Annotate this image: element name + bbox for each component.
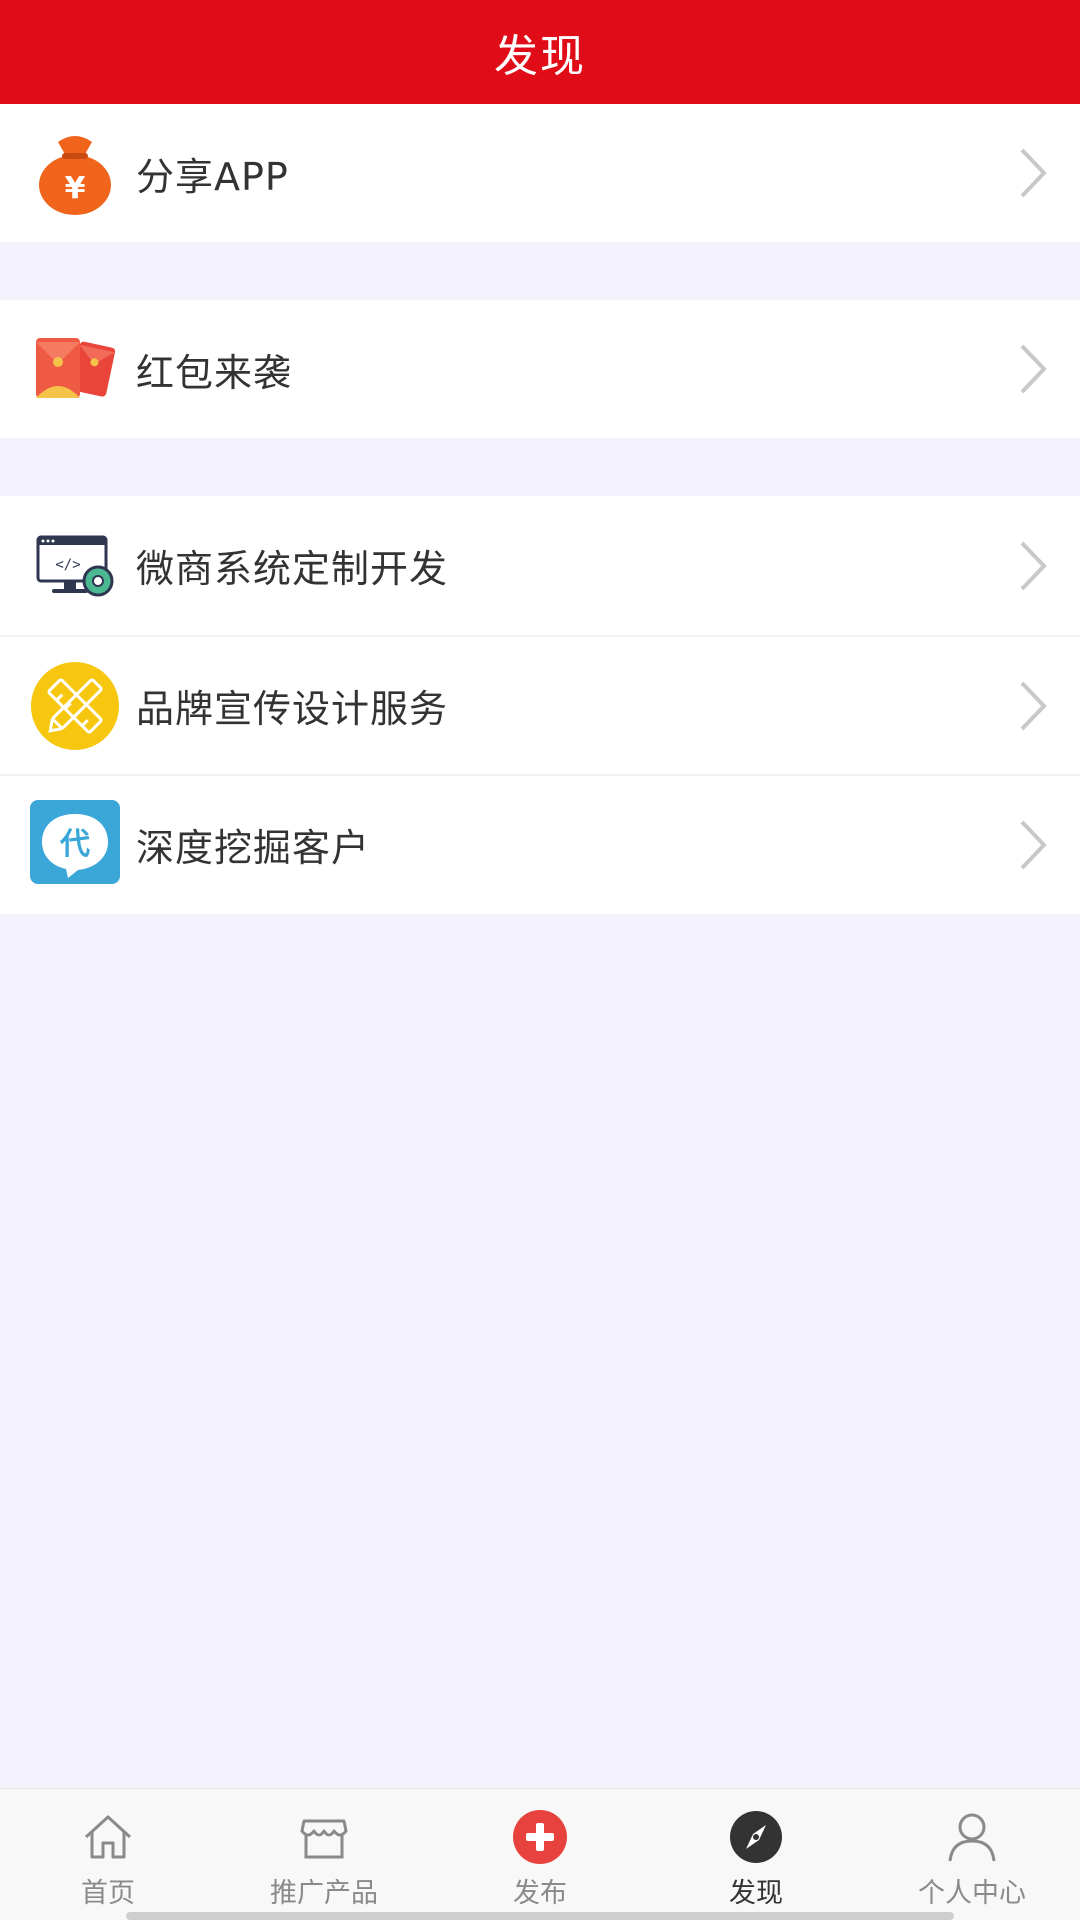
tab-label: 发布 [513, 1878, 567, 1909]
tab-discover[interactable]: 发现 [648, 1789, 864, 1920]
menu-item-label: 深度挖掘客户 [136, 826, 371, 870]
home-icon [80, 1809, 136, 1865]
tab-publish[interactable]: 发布 [432, 1789, 648, 1920]
plus-circle-icon [512, 1809, 568, 1865]
monitor-code-gear-icon: </> [30, 521, 120, 611]
horizontal-scrollbar[interactable] [126, 1912, 954, 1920]
menu-item-brand-design[interactable]: 品牌宣传设计服务 [0, 635, 1080, 774]
red-envelope-icon [30, 324, 120, 414]
menu-item-share-app[interactable]: ¥ 分享APP [0, 104, 1080, 242]
menu-item-label: 分享APP [136, 154, 289, 199]
tab-label: 个人中心 [918, 1878, 1026, 1909]
menu-item-label: 红包来袭 [136, 350, 293, 395]
menu-item-deep-mining-customers[interactable]: 代 深度挖掘客户 [0, 774, 1080, 913]
page-title: 发现 [0, 0, 1080, 104]
svg-text:代: 代 [59, 827, 90, 862]
menu-group-redpacket: 红包来袭 [0, 300, 1080, 438]
menu-group-services: </> 微商系统定制开发 品牌宣传设计服务 代 深度挖掘客户 [0, 496, 1080, 914]
svg-text:</>: </> [55, 557, 80, 573]
menu-item-red-packet[interactable]: 红包来袭 [0, 300, 1080, 438]
discover-page: 发现 ¥ 分享APP 红包来袭 </> 微商系统定制开发 品牌宣传设计服务 代 … [0, 0, 1080, 1920]
menu-group-share: ¥ 分享APP [0, 104, 1080, 242]
tab-home[interactable]: 首页 [0, 1789, 216, 1920]
chevron-right-icon [1016, 539, 1050, 593]
tab-personal-center[interactable]: 个人中心 [864, 1789, 1080, 1920]
money-bag-icon: ¥ [30, 128, 120, 218]
chevron-right-icon [1016, 818, 1050, 872]
tab-promote-products[interactable]: 推广产品 [216, 1789, 432, 1920]
dai-badge-icon: 代 [30, 799, 120, 890]
tab-label: 首页 [81, 1878, 135, 1909]
user-icon [944, 1809, 1000, 1865]
compass-icon [728, 1809, 784, 1865]
chevron-right-icon [1016, 342, 1050, 396]
chevron-right-icon [1016, 679, 1050, 733]
tab-label: 发现 [729, 1878, 783, 1909]
svg-text:¥: ¥ [65, 171, 86, 206]
shop-icon [296, 1809, 352, 1865]
pencil-ruler-icon [30, 661, 120, 751]
menu-item-label: 微商系统定制开发 [136, 547, 449, 591]
tab-label: 推广产品 [270, 1878, 378, 1909]
bottom-tab-bar: 首页 推广产品 发布 发现 个人中心 [0, 1788, 1080, 1920]
chevron-right-icon [1016, 146, 1050, 200]
menu-item-weishang-system[interactable]: </> 微商系统定制开发 [0, 496, 1080, 635]
menu-item-label: 品牌宣传设计服务 [136, 687, 449, 731]
